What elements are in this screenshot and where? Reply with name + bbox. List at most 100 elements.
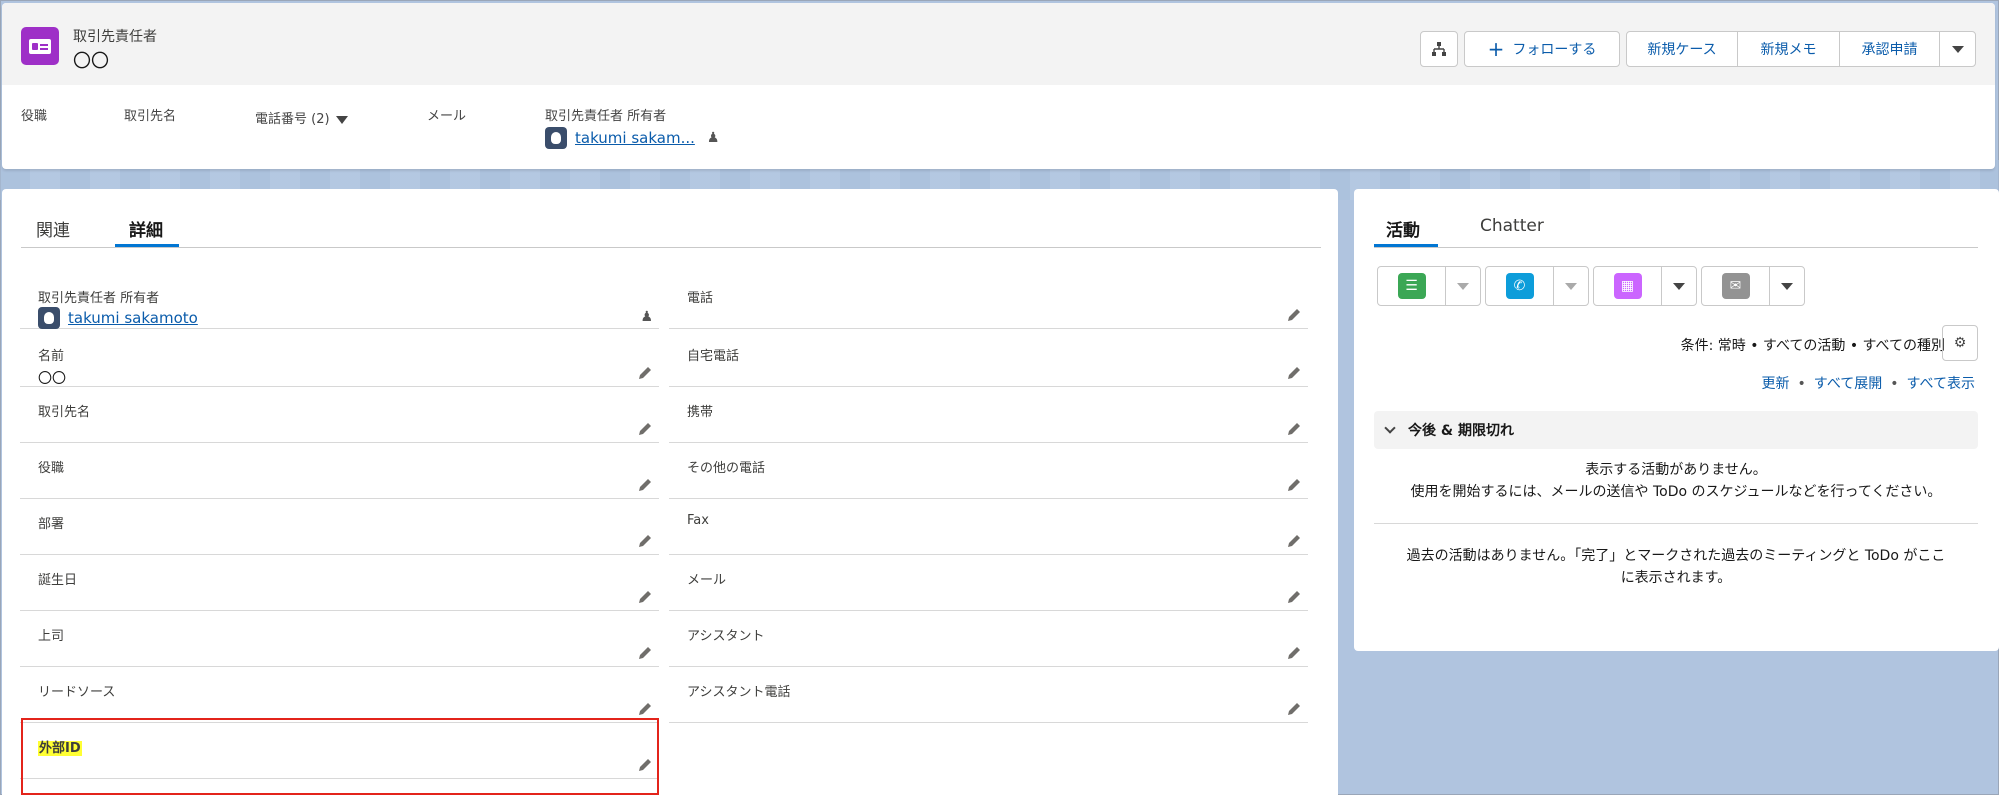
new-case-button[interactable]: 新規ケース <box>1626 31 1738 67</box>
field-label: 取引先責任者 所有者 <box>38 291 160 306</box>
field-reports-to: 上司 <box>20 611 659 667</box>
field-label: 誕生日 <box>38 573 78 588</box>
hierarchy-button[interactable] <box>1420 31 1458 67</box>
owner-link[interactable]: takumi sakamoto <box>68 309 198 327</box>
field-birthdate: 誕生日 <box>20 555 659 611</box>
gear-icon: ⚙ <box>1953 335 1967 351</box>
field-mobile: 携帯 <box>669 387 1308 443</box>
pencil-icon[interactable] <box>1286 477 1302 493</box>
pencil-icon[interactable] <box>637 589 653 605</box>
phone-icon: ✆ <box>1505 273 1534 299</box>
section-divider <box>1374 523 1978 524</box>
no-past-activity-message: 過去の活動はありません。「完了」とマークされた過去のミーティングと ToDo が… <box>1374 545 1978 589</box>
new-event-button[interactable]: ▦ <box>1593 266 1697 306</box>
field-label: 部署 <box>38 517 65 532</box>
field-assistant-phone: アシスタント電話 <box>669 667 1308 723</box>
contact-icon <box>21 27 59 65</box>
plus-icon: + <box>1487 37 1505 61</box>
upcoming-label: 今後 & 期限切れ <box>1408 423 1514 439</box>
highlight-owner: takumi sakam... ♟ <box>545 127 719 149</box>
highlight-title-label: 役職 <box>21 109 48 124</box>
field-department: 部署 <box>20 499 659 555</box>
pencil-icon[interactable] <box>637 701 653 717</box>
field-label: 上司 <box>38 629 65 644</box>
chevron-down-icon <box>1457 282 1469 290</box>
no-past-activity-line-2: に表示されます。 <box>1620 570 1732 586</box>
tab-details[interactable]: 詳細 <box>129 216 163 241</box>
pencil-icon[interactable] <box>637 477 653 493</box>
new-memo-button[interactable]: 新規メモ <box>1737 31 1840 67</box>
pencil-icon[interactable] <box>1286 421 1302 437</box>
tab-chatter[interactable]: Chatter <box>1480 216 1544 236</box>
record-header-top: 取引先責任者 〇〇 + フォローする 新規ケース 新規メモ 承認申請 <box>2 3 1995 85</box>
tab-activity[interactable]: 活動 <box>1386 216 1420 241</box>
field-other-phone: その他の電話 <box>669 443 1308 499</box>
expand-all-link[interactable]: すべて展開 <box>1814 376 1882 392</box>
pencil-icon[interactable] <box>1286 701 1302 717</box>
pencil-icon[interactable] <box>1286 365 1302 381</box>
pencil-icon[interactable] <box>1286 307 1302 323</box>
owner-value: takumi sakamoto <box>38 307 198 329</box>
chevron-down-icon <box>1673 282 1685 290</box>
follow-button[interactable]: + フォローする <box>1464 31 1620 67</box>
chevron-down-icon <box>1951 45 1964 53</box>
more-actions-button[interactable] <box>1939 31 1976 67</box>
follow-label: フォローする <box>1512 42 1597 58</box>
refresh-link[interactable]: 更新 <box>1762 376 1790 392</box>
pencil-icon[interactable] <box>1286 589 1302 605</box>
field-label: アシスタント <box>687 629 765 644</box>
tab-related[interactable]: 関連 <box>36 216 70 241</box>
email-icon: ✉ <box>1721 273 1750 299</box>
field-label: 取引先名 <box>38 405 91 420</box>
pencil-icon[interactable] <box>1286 645 1302 661</box>
object-label: 取引先責任者 <box>73 29 157 45</box>
field-name: 名前 〇〇 <box>20 331 659 387</box>
activity-panel: 活動 Chatter ☰ ✆ ▦ ✉ 条件: 常時 • すべての活動 • すべて… <box>1354 189 1999 651</box>
no-past-activity-line-1: 過去の活動はありません。「完了」とマークされた過去のミーティングと ToDo が… <box>1406 548 1946 564</box>
field-phone: 電話 <box>669 273 1308 329</box>
send-email-button[interactable]: ✉ <box>1701 266 1805 306</box>
approval-button[interactable]: 承認申請 <box>1839 31 1940 67</box>
details-panel: 関連 詳細 取引先責任者 所有者 takumi sakamoto ♟ 名前 〇〇… <box>2 189 1338 795</box>
pencil-icon[interactable] <box>637 365 653 381</box>
field-title: 役職 <box>20 443 659 499</box>
upcoming-section-header[interactable]: 今後 & 期限切れ <box>1374 411 1978 449</box>
change-owner-icon[interactable]: ♟ <box>707 130 720 146</box>
field-assistant: アシスタント <box>669 611 1308 667</box>
pencil-icon[interactable] <box>1286 533 1302 549</box>
highlight-email-label: メール <box>427 109 467 124</box>
field-label: アシスタント電話 <box>687 685 791 700</box>
show-all-link[interactable]: すべて表示 <box>1907 376 1975 392</box>
field-owner: 取引先責任者 所有者 takumi sakamoto ♟ <box>20 273 659 329</box>
change-owner-icon[interactable]: ♟ <box>640 309 653 325</box>
chevron-down-icon <box>335 115 348 124</box>
task-icon: ☰ <box>1397 273 1426 299</box>
hierarchy-icon <box>1432 42 1446 56</box>
field-account: 取引先名 <box>20 387 659 443</box>
tabs-divider <box>1374 247 1978 248</box>
highlight-phone-dropdown[interactable]: 電話番号 (2) <box>255 108 348 127</box>
filter-settings-button[interactable]: ⚙ <box>1942 325 1978 361</box>
chevron-down-icon <box>1565 282 1577 290</box>
field-lead-source: リードソース <box>20 667 659 723</box>
avatar <box>545 127 567 149</box>
chevron-down-icon <box>1781 282 1793 290</box>
no-activity-line-1: 表示する活動がありません。 <box>1585 462 1767 478</box>
highlight-owner-label: 取引先責任者 所有者 <box>545 109 667 124</box>
field-label: リードソース <box>38 685 116 700</box>
pencil-icon[interactable] <box>637 645 653 661</box>
field-value: 〇〇 <box>38 371 66 387</box>
record-header: 取引先責任者 〇〇 + フォローする 新規ケース 新規メモ 承認申請 役職 取引… <box>2 3 1995 169</box>
owner-link[interactable]: takumi sakam... <box>575 129 695 147</box>
highlight-box <box>21 718 659 795</box>
highlight-phone-label: 電話番号 (2) <box>255 112 330 127</box>
chevron-down-icon <box>1384 422 1396 434</box>
field-home-phone: 自宅電話 <box>669 331 1308 387</box>
log-call-button[interactable]: ✆ <box>1485 266 1589 306</box>
pencil-icon[interactable] <box>637 421 653 437</box>
highlight-account-label: 取引先名 <box>124 109 177 124</box>
pencil-icon[interactable] <box>637 533 653 549</box>
field-label: その他の電話 <box>687 461 766 476</box>
field-label: 電話 <box>687 291 714 306</box>
new-task-button[interactable]: ☰ <box>1377 266 1481 306</box>
